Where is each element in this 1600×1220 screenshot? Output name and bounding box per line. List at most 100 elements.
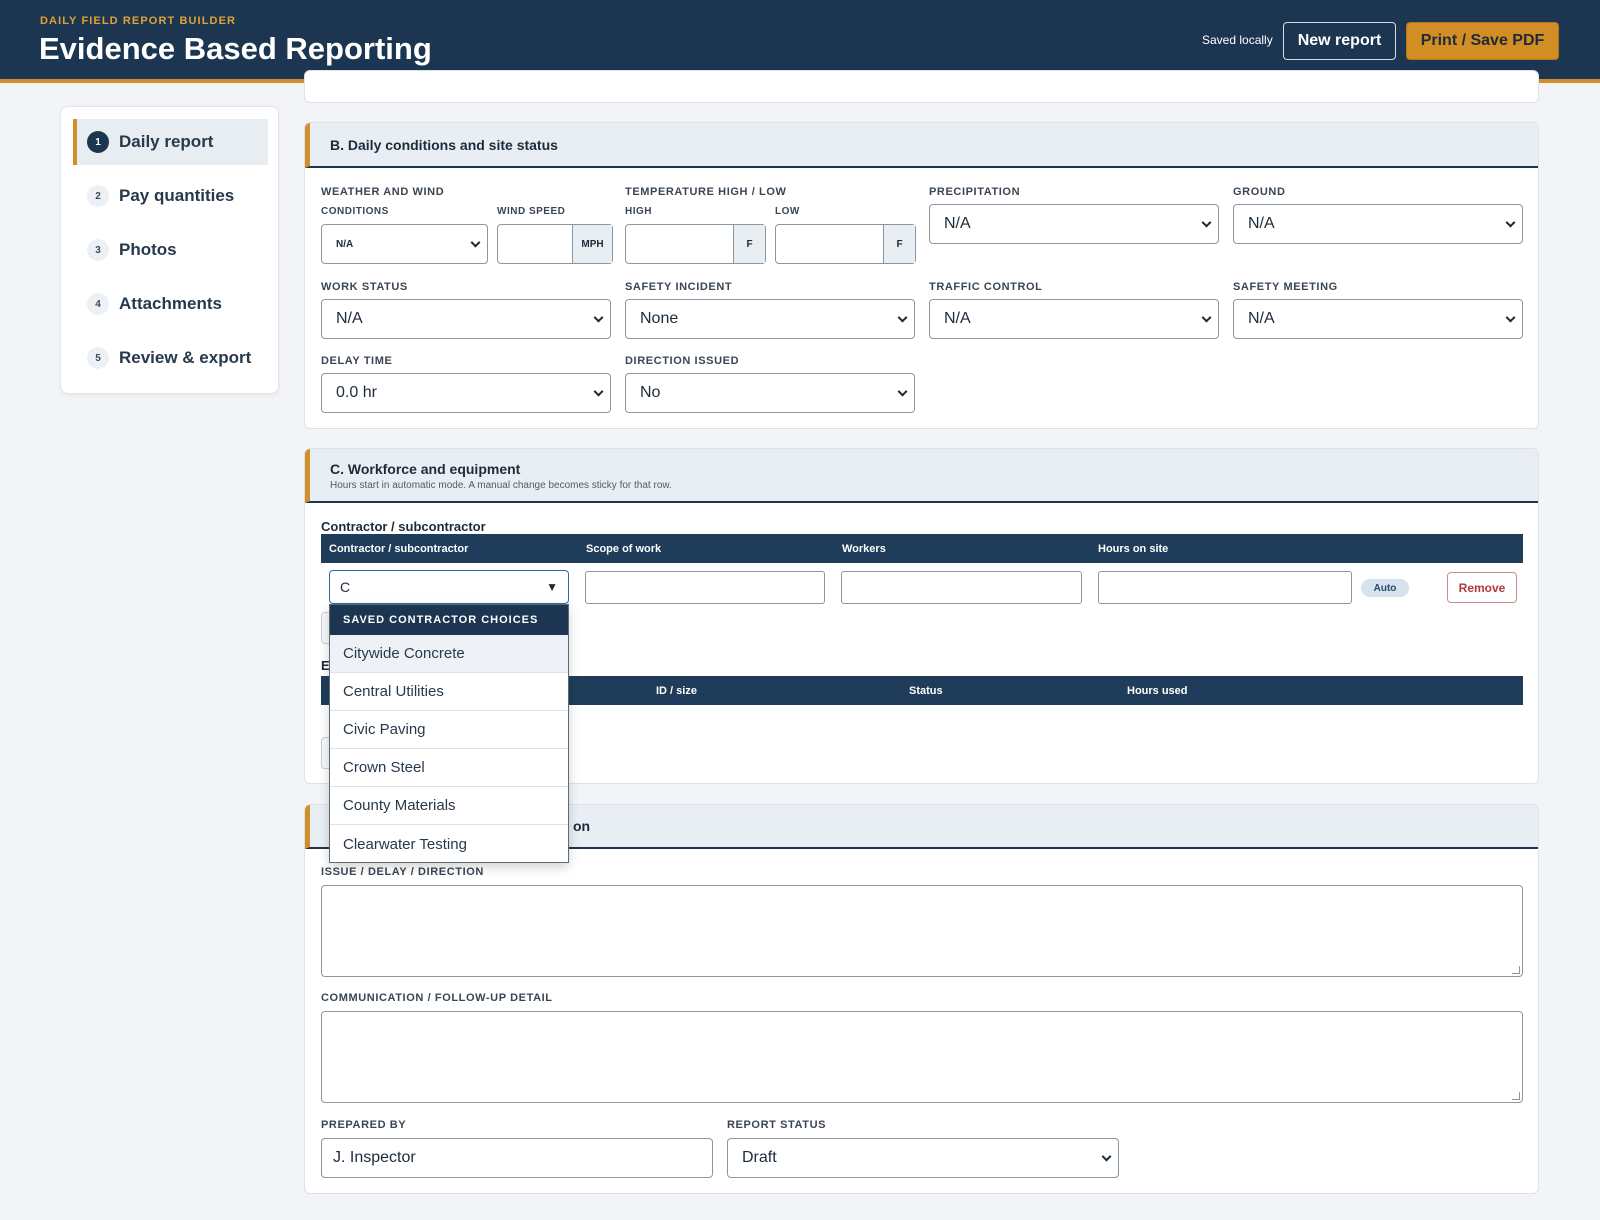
sidebar-item-review-export[interactable]: 5 Review & export [73,335,268,381]
high-label: HIGH [625,206,652,217]
report-status-value: Draft [742,1149,777,1166]
report-status-select[interactable]: Draft [727,1138,1119,1178]
dropdown-option[interactable]: Clearwater Testing [330,825,568,863]
issue-delay-direction-label: ISSUE / DELAY / DIRECTION [321,866,484,878]
sidebar-item-photos[interactable]: 3 Photos [73,227,268,273]
sidebar-item-attachments[interactable]: 4 Attachments [73,281,268,327]
contractor-table-label: Contractor / subcontractor [321,519,486,534]
prepared-by-value: J. Inspector [333,1149,416,1166]
dropdown-option[interactable]: Citywide Concrete [330,635,568,673]
communication-textarea[interactable] [321,1011,1523,1103]
chevron-down-icon [470,237,481,248]
dropdown-header: SAVED CONTRACTOR CHOICES [330,605,568,635]
auto-mode-badge[interactable]: Auto [1361,579,1409,597]
report-status-label: REPORT STATUS [727,1119,827,1131]
traffic-control-label: TRAFFIC CONTROL [929,281,1043,293]
conditions-value: N/A [336,238,354,250]
safety-incident-select[interactable]: None [625,299,915,339]
ground-value: N/A [1248,215,1275,232]
wind-speed-input[interactable]: MPH [497,224,613,264]
new-report-button[interactable]: New report [1283,22,1396,60]
direction-issued-value: No [640,384,661,401]
sidebar-item-label: Review & export [119,348,252,367]
temperature-low-input[interactable]: F [775,224,916,264]
column-header: ID / size [656,685,697,697]
temp-unit: F [883,225,915,263]
issue-delay-direction-textarea[interactable] [321,885,1523,977]
chevron-down-icon [897,386,908,397]
chevron-down-icon [593,312,604,323]
section-a-remnant [304,70,1539,103]
dropdown-option[interactable]: Civic Paving [330,711,568,749]
ground-select[interactable]: N/A [1233,204,1523,244]
weather-label: WEATHER AND WIND [321,186,445,198]
sidebar-item-pay-quantities[interactable]: 2 Pay quantities [73,173,268,219]
chevron-down-icon [897,312,908,323]
low-label: LOW [775,206,800,217]
temperature-label: TEMPERATURE HIGH / LOW [625,186,787,198]
column-header: Workers [842,543,886,555]
workers-input[interactable] [841,571,1082,604]
precipitation-select[interactable]: N/A [929,204,1219,244]
sidebar-item-daily-report[interactable]: 1 Daily report [73,119,268,165]
sidebar-item-label: Attachments [119,294,222,313]
precipitation-label: PRECIPITATION [929,186,1021,198]
step-number: 5 [87,347,109,369]
caret-down-icon[interactable]: ▼ [546,580,558,594]
delay-time-value: 0.0 hr [336,384,377,401]
prepared-by-input[interactable]: J. Inspector [321,1138,713,1178]
traffic-control-value: N/A [944,310,971,327]
column-header: Hours used [1127,685,1188,697]
section-daily-conditions: B. Daily conditions and site status WEAT… [304,122,1539,429]
work-status-value: N/A [336,310,363,327]
temperature-high-input[interactable]: F [625,224,766,264]
prepared-by-label: PREPARED BY [321,1119,407,1131]
hours-on-site-input[interactable] [1098,571,1352,604]
safety-incident-label: SAFETY INCIDENT [625,281,733,293]
sidebar-item-label: Daily report [119,132,214,151]
ground-label: GROUND [1233,186,1286,198]
temp-unit: F [733,225,765,263]
work-status-select[interactable]: N/A [321,299,611,339]
sidebar-item-label: Photos [119,240,177,259]
column-header: Contractor / subcontractor [329,543,469,555]
sidebar-nav: 1 Daily report 2 Pay quantities 3 Photos… [60,106,279,394]
contractor-input-value: C [340,579,351,595]
section-title: B. Daily conditions and site status [330,137,558,153]
dropdown-option[interactable]: County Materials [330,787,568,825]
wind-speed-label: WIND SPEED [497,206,566,217]
safety-meeting-select[interactable]: N/A [1233,299,1523,339]
direction-issued-select[interactable]: No [625,373,915,413]
chevron-down-icon [1201,217,1212,228]
print-save-pdf-button[interactable]: Print / Save PDF [1406,22,1559,60]
section-title: C. Workforce and equipment [330,461,521,477]
wind-unit: MPH [572,225,612,263]
chevron-down-icon [1101,1151,1112,1162]
step-number: 3 [87,239,109,261]
resize-grip-icon[interactable] [1512,966,1520,974]
contractor-dropdown: SAVED CONTRACTOR CHOICES Citywide Concre… [329,604,569,863]
dropdown-option[interactable]: Crown Steel [330,749,568,787]
scope-of-work-input[interactable] [585,571,825,604]
section-header: B. Daily conditions and site status [305,123,1538,168]
chevron-down-icon [593,386,604,397]
conditions-select[interactable]: N/A [321,224,488,264]
app-title: Evidence Based Reporting [39,31,432,66]
section-subtitle: Hours start in automatic mode. A manual … [330,480,672,491]
resize-grip-icon[interactable] [1512,1092,1520,1100]
step-number: 4 [87,293,109,315]
remove-row-button[interactable]: Remove [1447,572,1517,603]
contractor-combobox[interactable]: C ▼ [329,570,569,604]
delay-time-select[interactable]: 0.0 hr [321,373,611,413]
safety-meeting-value: N/A [1248,310,1275,327]
step-number: 1 [87,131,109,153]
conditions-label: CONDITIONS [321,206,389,217]
direction-issued-label: DIRECTION ISSUED [625,355,740,367]
dropdown-option[interactable]: Central Utilities [330,673,568,711]
traffic-control-select[interactable]: N/A [929,299,1219,339]
precipitation-value: N/A [944,215,971,232]
chevron-down-icon [1505,217,1516,228]
delay-time-label: DELAY TIME [321,355,393,367]
column-header: Scope of work [586,543,662,555]
sidebar-item-label: Pay quantities [119,186,235,205]
